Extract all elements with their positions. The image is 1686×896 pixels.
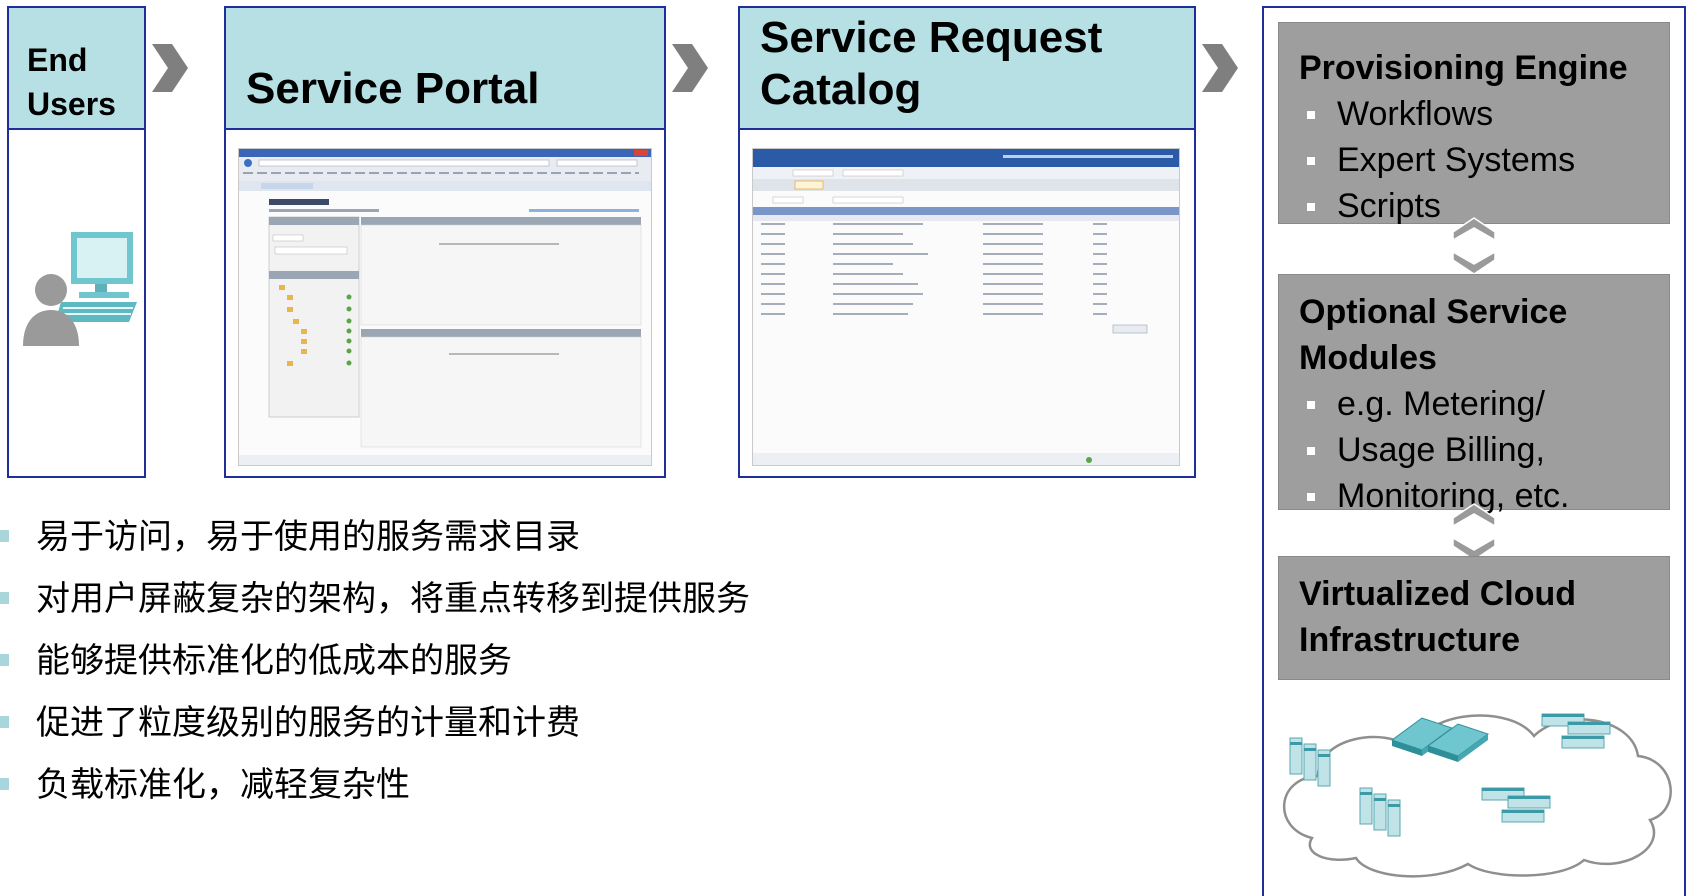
benefits-list: 易于访问，易于使用的服务需求目录 对用户屏蔽复杂的架构，将重点转移到提供服务 能… bbox=[0, 506, 750, 816]
catalog-title-line2: Catalog bbox=[760, 65, 922, 114]
list-item: e.g. Metering/ bbox=[1299, 381, 1669, 427]
list-item: 对用户屏蔽复杂的架构，将重点转移到提供服务 bbox=[0, 568, 750, 630]
list-item: 易于访问，易于使用的服务需求目录 bbox=[0, 506, 750, 568]
catalog-screenshot bbox=[752, 148, 1180, 466]
user-at-computer-icon bbox=[23, 232, 137, 346]
optional-service-modules-box: Optional Service Modules e.g. Metering/ … bbox=[1278, 274, 1670, 515]
chevron-right-icon bbox=[152, 44, 188, 92]
catalog-title-line1: Service Request bbox=[760, 13, 1103, 62]
virtualized-cloud-box: Virtualized Cloud Infrastructure bbox=[1278, 556, 1670, 680]
chevron-right-icon bbox=[1202, 44, 1238, 92]
service-portal-header: Service Portal bbox=[226, 8, 664, 130]
list-item: 能够提供标准化的低成本的服务 bbox=[0, 630, 750, 692]
list-item-continuation: Usage Billing, bbox=[1299, 427, 1669, 473]
list-item: 促进了粒度级别的服务的计量和计费 bbox=[0, 692, 750, 754]
provisioning-engine-title: Provisioning Engine bbox=[1299, 49, 1628, 87]
list-item: Workflows bbox=[1299, 91, 1669, 137]
end-users-title-line1: End bbox=[27, 42, 88, 78]
service-portal-title: Service Portal bbox=[246, 64, 540, 113]
provisioning-engine-box: Provisioning Engine Workflows Expert Sys… bbox=[1278, 22, 1670, 225]
end-users-header: End Users bbox=[9, 8, 144, 130]
infrastructure-panel: Provisioning Engine Workflows Expert Sys… bbox=[1262, 6, 1686, 896]
list-item: 负载标准化，减轻复杂性 bbox=[0, 754, 750, 816]
double-arrow-icon bbox=[1452, 503, 1496, 561]
service-portal-panel: Service Portal bbox=[224, 6, 666, 478]
end-users-panel: End Users bbox=[7, 6, 146, 478]
virtualized-title-line2: Infrastructure bbox=[1299, 621, 1521, 659]
virtualized-title-line1: Virtualized Cloud bbox=[1299, 575, 1577, 613]
optional-modules-title-line2: Modules bbox=[1299, 339, 1437, 377]
end-users-title-line2: Users bbox=[27, 86, 116, 122]
chevron-right-icon bbox=[672, 44, 708, 92]
cloud-servers-icon bbox=[1283, 713, 1672, 878]
catalog-header: Service Request Catalog bbox=[740, 8, 1194, 130]
list-item: Expert Systems bbox=[1299, 137, 1669, 183]
service-request-catalog-panel: Service Request Catalog bbox=[738, 6, 1196, 478]
service-portal-screenshot bbox=[238, 148, 652, 466]
optional-modules-title-line1: Optional Service bbox=[1299, 293, 1568, 331]
double-arrow-icon bbox=[1452, 217, 1496, 275]
